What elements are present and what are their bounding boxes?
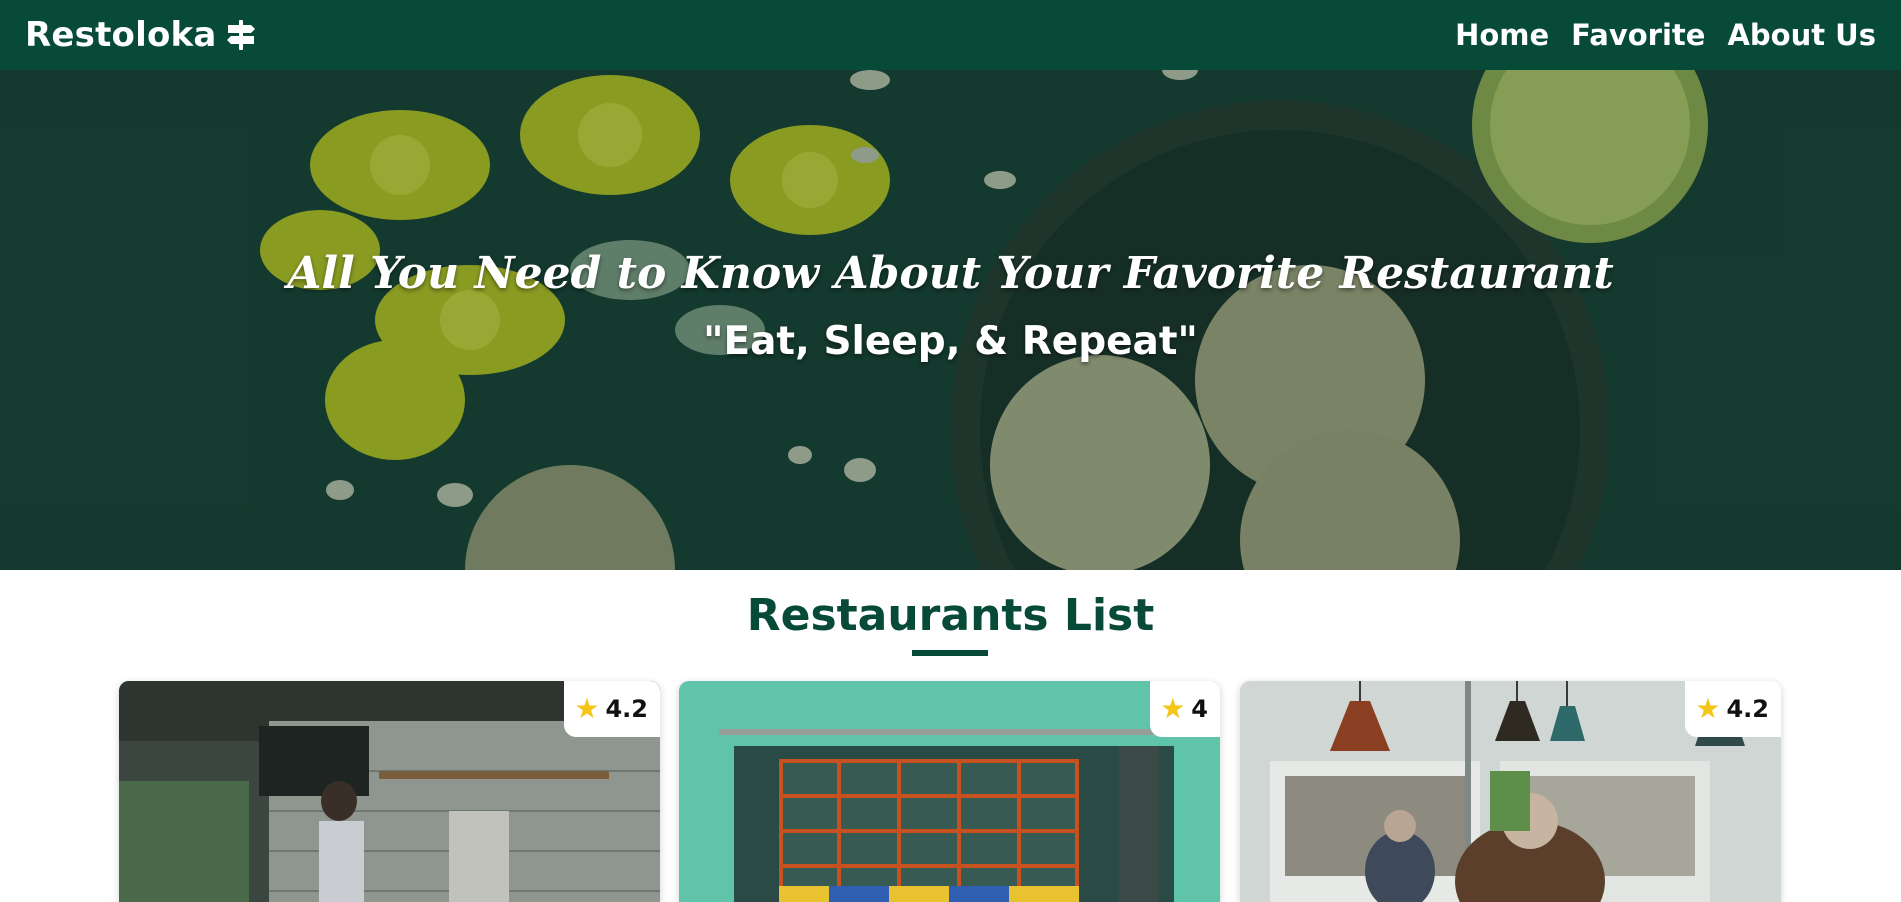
rating-badge: ★ 4.2 [1685, 681, 1781, 737]
hero-title: All You Need to Know About Your Favorite… [287, 248, 1614, 299]
brand-name: Restoloka [25, 15, 217, 55]
restaurant-image [679, 681, 1220, 902]
section-title: Restaurants List [746, 590, 1155, 641]
star-icon: ★ [1695, 692, 1721, 725]
restaurant-card[interactable]: ★ 4.2 [119, 681, 660, 902]
restaurant-card[interactable]: ★ 4.2 [1240, 681, 1781, 902]
restaurant-card[interactable]: ★ 4 [679, 681, 1220, 902]
rating-badge: ★ 4.2 [564, 681, 660, 737]
nav-links: Home Favorite About Us [1455, 18, 1876, 52]
rating-value: 4.2 [605, 695, 648, 723]
star-icon: ★ [1160, 692, 1186, 725]
star-icon: ★ [574, 692, 600, 725]
nav-link-favorite[interactable]: Favorite [1571, 18, 1705, 52]
brand-logo[interactable]: Restoloka [25, 15, 258, 55]
rating-value: 4.2 [1726, 695, 1769, 723]
signpost-icon [227, 20, 256, 50]
hero-banner: All You Need to Know About Your Favorite… [0, 70, 1901, 570]
rating-badge: ★ 4 [1150, 681, 1220, 737]
nav-link-about-us[interactable]: About Us [1727, 18, 1876, 52]
navbar: Restoloka Home Favorite About Us [0, 0, 1901, 70]
rating-value: 4 [1191, 695, 1208, 723]
section-title-underline [912, 650, 988, 656]
hero-text: All You Need to Know About Your Favorite… [0, 248, 1901, 364]
nav-link-home[interactable]: Home [1455, 18, 1549, 52]
hero-tagline: "Eat, Sleep, & Repeat" [703, 319, 1198, 364]
